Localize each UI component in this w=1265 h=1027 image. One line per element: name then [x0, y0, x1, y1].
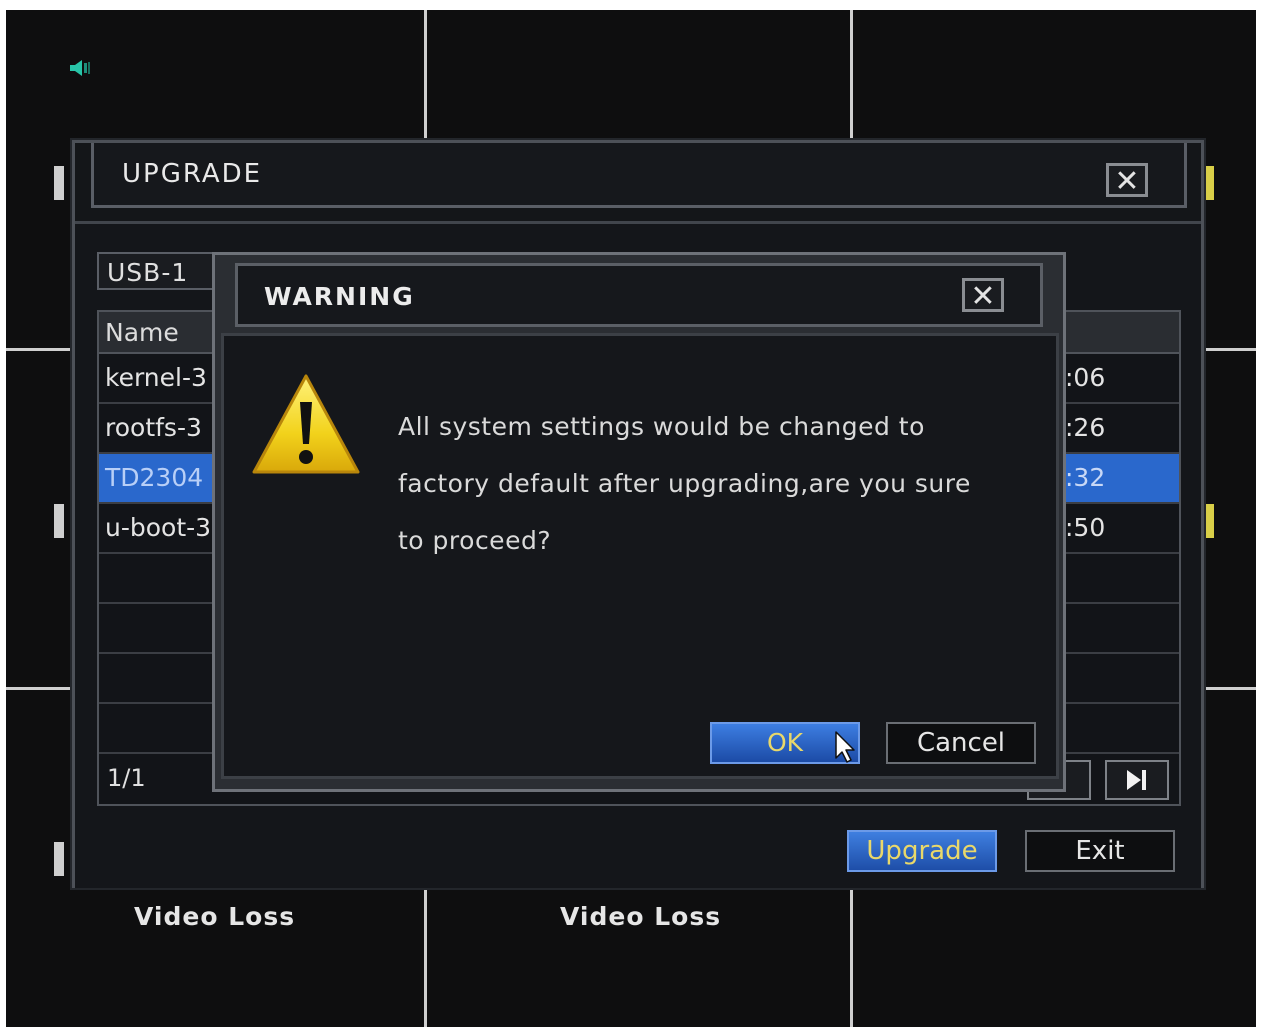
- channel-marker: [54, 842, 64, 876]
- warning-body: All system settings would be changed to …: [221, 333, 1059, 779]
- file-name: rootfs-3: [105, 413, 202, 442]
- warning-message: All system settings would be changed to …: [398, 398, 1038, 569]
- exit-button[interactable]: Exit: [1025, 830, 1175, 872]
- channel-marker: [1204, 504, 1214, 538]
- warning-message-line: factory default after upgrading,are you …: [398, 469, 971, 498]
- grid-line: [1206, 348, 1256, 351]
- warning-dialog: WARNING ✕ All system settings would be c…: [212, 252, 1066, 792]
- warning-title: WARNING: [264, 282, 415, 311]
- upgrade-title: UPGRADE: [122, 159, 263, 189]
- page-indicator: 1/1: [107, 764, 146, 792]
- grid-line: [6, 687, 72, 690]
- file-name: u-boot-3: [105, 513, 212, 542]
- warning-message-line: to proceed?: [398, 526, 552, 555]
- warning-icon: [252, 374, 360, 474]
- file-name: kernel-3: [105, 363, 207, 392]
- upgrade-close-button[interactable]: ✕: [1106, 163, 1148, 199]
- warning-close-button[interactable]: ✕: [962, 278, 1004, 314]
- warning-message-line: All system settings would be changed to: [398, 412, 925, 441]
- channel-marker: [54, 504, 64, 538]
- grid-line: [424, 890, 427, 1027]
- file-time: :26: [1065, 413, 1106, 442]
- upgrade-button[interactable]: Upgrade: [847, 830, 997, 872]
- close-icon: ✕: [970, 279, 996, 314]
- upgrade-title-bar: UPGRADE ✕: [91, 143, 1187, 208]
- column-name-header: Name: [105, 318, 179, 347]
- file-name: TD2304: [105, 463, 204, 492]
- cancel-button[interactable]: Cancel: [886, 722, 1036, 764]
- mouse-cursor-icon: [835, 731, 855, 763]
- file-time: :06: [1065, 363, 1106, 392]
- grid-line: [850, 10, 853, 147]
- grid-line: [1206, 687, 1256, 690]
- last-page-icon: [1127, 770, 1146, 790]
- grid-line: [424, 10, 427, 147]
- grid-line: [850, 890, 853, 1027]
- grid-line: [6, 348, 72, 351]
- file-time: :50: [1065, 513, 1106, 542]
- file-time: :32: [1065, 463, 1106, 492]
- last-page-button[interactable]: [1105, 760, 1169, 800]
- video-loss-label: Video Loss: [560, 902, 722, 931]
- channel-marker: [1204, 166, 1214, 200]
- close-icon: ✕: [1114, 164, 1140, 199]
- channel-marker: [54, 166, 64, 200]
- speaker-icon: [70, 60, 90, 76]
- warning-title-bar: WARNING ✕: [235, 263, 1043, 327]
- video-loss-label: Video Loss: [134, 902, 296, 931]
